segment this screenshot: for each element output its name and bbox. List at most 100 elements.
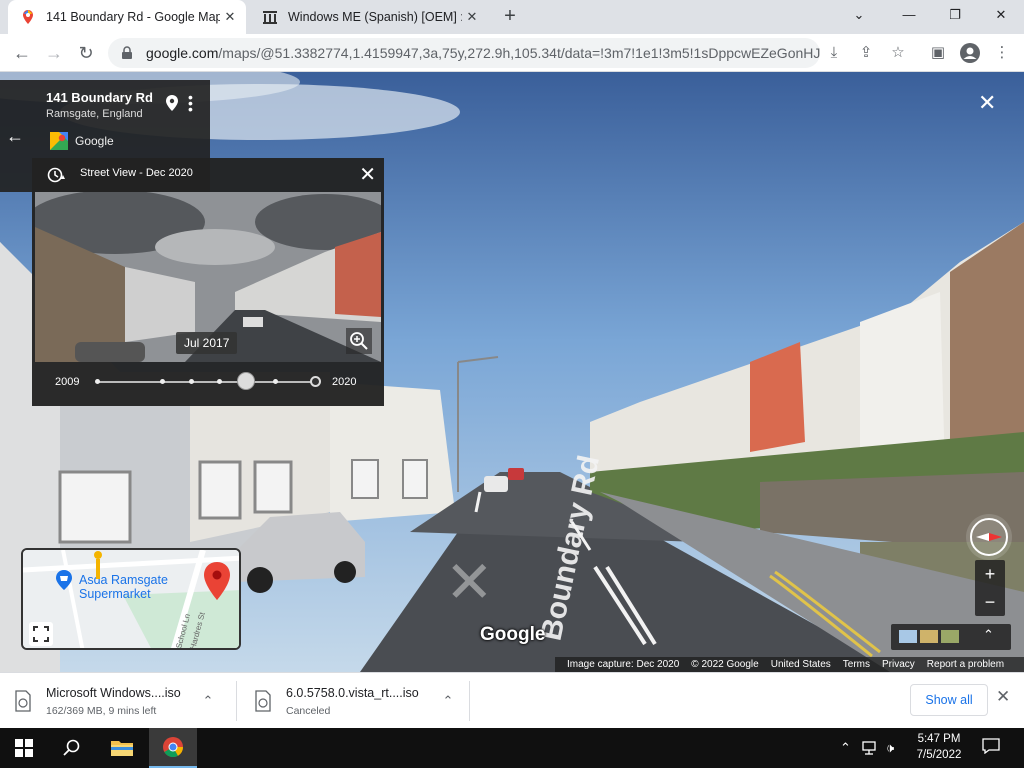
download-status: 162/369 MB, 9 mins left [46, 704, 157, 717]
timeline-end-year: 2020 [332, 376, 357, 388]
time-machine-panel: Street View - Dec 2020 ✕ Jul 2017 2009 2… [32, 158, 384, 406]
report-problem-link[interactable]: Report a problem [927, 659, 1004, 670]
side-panel-icon[interactable]: ▣ [924, 39, 952, 67]
history-icon[interactable] [46, 166, 66, 184]
menu-kebab-icon[interactable]: ⋮ [988, 39, 1016, 67]
download-filename: 6.0.5758.0.vista_rt....iso [286, 685, 419, 700]
tab-title: Windows ME (Spanish) [OEM] : M [288, 10, 462, 24]
bookmark-star-icon[interactable]: ☆ [884, 39, 912, 67]
archive-icon [263, 11, 277, 24]
restore-button[interactable]: ❐ [932, 0, 978, 30]
notification-center-icon[interactable] [982, 738, 1000, 754]
search-icon [63, 739, 80, 756]
reload-button[interactable]: ↻ [72, 39, 100, 67]
close-window-button[interactable]: ✕ [978, 0, 1024, 30]
timeline-slider-track[interactable] [98, 381, 318, 383]
network-wired-icon [862, 741, 876, 755]
install-app-icon[interactable]: ⤓ [820, 39, 848, 67]
region-link[interactable]: United States [771, 659, 831, 670]
tab-strip: 141 Boundary Rd - Google Maps ✕ Windows … [0, 0, 1024, 34]
svg-text:✕: ✕ [445, 550, 494, 615]
back-button[interactable]: ← [8, 39, 36, 67]
tab-search-icon[interactable]: ⌄ [836, 0, 882, 30]
download-item[interactable]: Microsoft Windows....iso 162/369 MB, 9 m… [0, 673, 236, 729]
network-icon[interactable] [862, 728, 880, 768]
windows-logo-icon [15, 739, 33, 757]
url-host: google.com [146, 45, 219, 61]
pegman-icon[interactable] [91, 550, 105, 580]
share-icon[interactable]: ⇪ [852, 39, 880, 67]
exit-street-view-icon[interactable]: ✕ [978, 90, 996, 116]
back-arrow-icon[interactable]: ← [6, 126, 24, 147]
forward-button[interactable]: → [40, 39, 68, 67]
compass-button[interactable] [966, 514, 1012, 560]
shopping-cart-icon [56, 570, 72, 590]
system-clock[interactable]: 5:47 PM 7/5/2022 [905, 731, 973, 763]
timeline-slider-handle[interactable] [237, 372, 255, 390]
location-pin-icon[interactable] [164, 94, 180, 112]
google-maps-logo-icon [50, 132, 68, 150]
image-capture-date: Image capture: Dec 2020 [567, 659, 680, 670]
imagery-source: Google [75, 134, 114, 148]
close-download-shelf-icon[interactable]: ✕ [996, 687, 1010, 707]
chevron-up-icon[interactable]: ⌃ [983, 627, 994, 643]
folder-icon [111, 741, 133, 756]
lock-icon [122, 46, 132, 59]
close-tab-icon[interactable]: ✕ [462, 9, 482, 25]
google-maps-icon [23, 10, 33, 24]
file-explorer-button[interactable] [98, 728, 146, 768]
tray-overflow-chevron-icon[interactable]: ⌃ [840, 728, 851, 768]
tab-google-maps[interactable]: 141 Boundary Rd - Google Maps ✕ [8, 0, 246, 34]
timeline-stop[interactable] [273, 379, 278, 384]
tab-archive[interactable]: Windows ME (Spanish) [OEM] : M ✕ [250, 0, 488, 34]
minimize-button[interactable]: — [886, 0, 932, 30]
address-bar[interactable]: google.com/maps/@51.3382774,1.4159947,3a… [108, 38, 820, 68]
volume-icon[interactable]: 🕩 [886, 728, 894, 768]
timeline-stop[interactable] [217, 379, 222, 384]
download-item[interactable]: 6.0.5758.0.vista_rt....iso Canceled ⌃ [240, 673, 470, 729]
account-icon [960, 43, 980, 63]
download-shelf: Microsoft Windows....iso 162/369 MB, 9 m… [0, 672, 1024, 728]
show-all-downloads-button[interactable]: Show all [910, 684, 988, 716]
layer-thumbnail[interactable] [899, 630, 917, 643]
download-options-chevron-icon[interactable]: ⌃ [196, 693, 220, 709]
expand-map-button[interactable] [29, 622, 53, 646]
timeline-stop[interactable] [189, 379, 194, 384]
zoom-out-button[interactable]: − [975, 588, 1005, 616]
poi-name-line2: Supermarket [79, 587, 151, 601]
windows-taskbar: ⌃ 🕩 5:47 PM 7/5/2022 [0, 728, 1024, 768]
search-button[interactable] [48, 728, 96, 768]
layer-thumbnail[interactable] [941, 630, 959, 643]
zoom-in-button[interactable]: + [975, 560, 1005, 588]
download-options-chevron-icon[interactable]: ⌃ [436, 693, 460, 709]
layers-strip[interactable]: ⌃ [891, 624, 1011, 650]
timeline-current-stop[interactable] [310, 376, 321, 387]
place-title: 141 Boundary Rd [46, 90, 153, 105]
close-timeline-icon[interactable]: ✕ [359, 162, 376, 187]
chrome-icon [163, 737, 184, 758]
timeline-start-year: 2009 [55, 376, 80, 388]
street-view[interactable]: Boundary Rd ✕ ← 141 Boundary Rd Ramsgate… [0, 72, 1024, 672]
timeline-stop[interactable] [95, 379, 100, 384]
file-icon [15, 690, 31, 712]
timeline-header: Street View - Dec 2020 [80, 167, 193, 179]
selected-date-chip: Jul 2017 [176, 332, 238, 354]
new-tab-button[interactable]: + [498, 5, 522, 29]
url-text: google.com/maps/@51.3382774,1.4159947,3a… [146, 45, 820, 61]
more-options-icon[interactable]: • • • [188, 90, 193, 116]
zoom-in-icon[interactable] [346, 328, 372, 354]
download-status: Canceled [286, 704, 331, 717]
place-locality: Ramsgate, England [46, 108, 143, 120]
privacy-link[interactable]: Privacy [882, 659, 915, 670]
close-tab-icon[interactable]: ✕ [220, 9, 240, 25]
mini-map[interactable]: School Ln Hardres St Asda Ramsgate Superm… [21, 548, 241, 650]
toolbar: ← → ↻ google.com/maps/@51.3382774,1.4159… [0, 34, 1024, 72]
timeline-stop[interactable] [160, 379, 165, 384]
chrome-taskbar-button[interactable] [149, 728, 197, 768]
fullscreen-icon [33, 626, 49, 642]
terms-link[interactable]: Terms [843, 659, 870, 670]
start-button[interactable] [0, 728, 48, 768]
layer-thumbnail[interactable] [920, 630, 938, 643]
profile-avatar[interactable] [956, 39, 984, 67]
download-filename: Microsoft Windows....iso [46, 685, 181, 700]
